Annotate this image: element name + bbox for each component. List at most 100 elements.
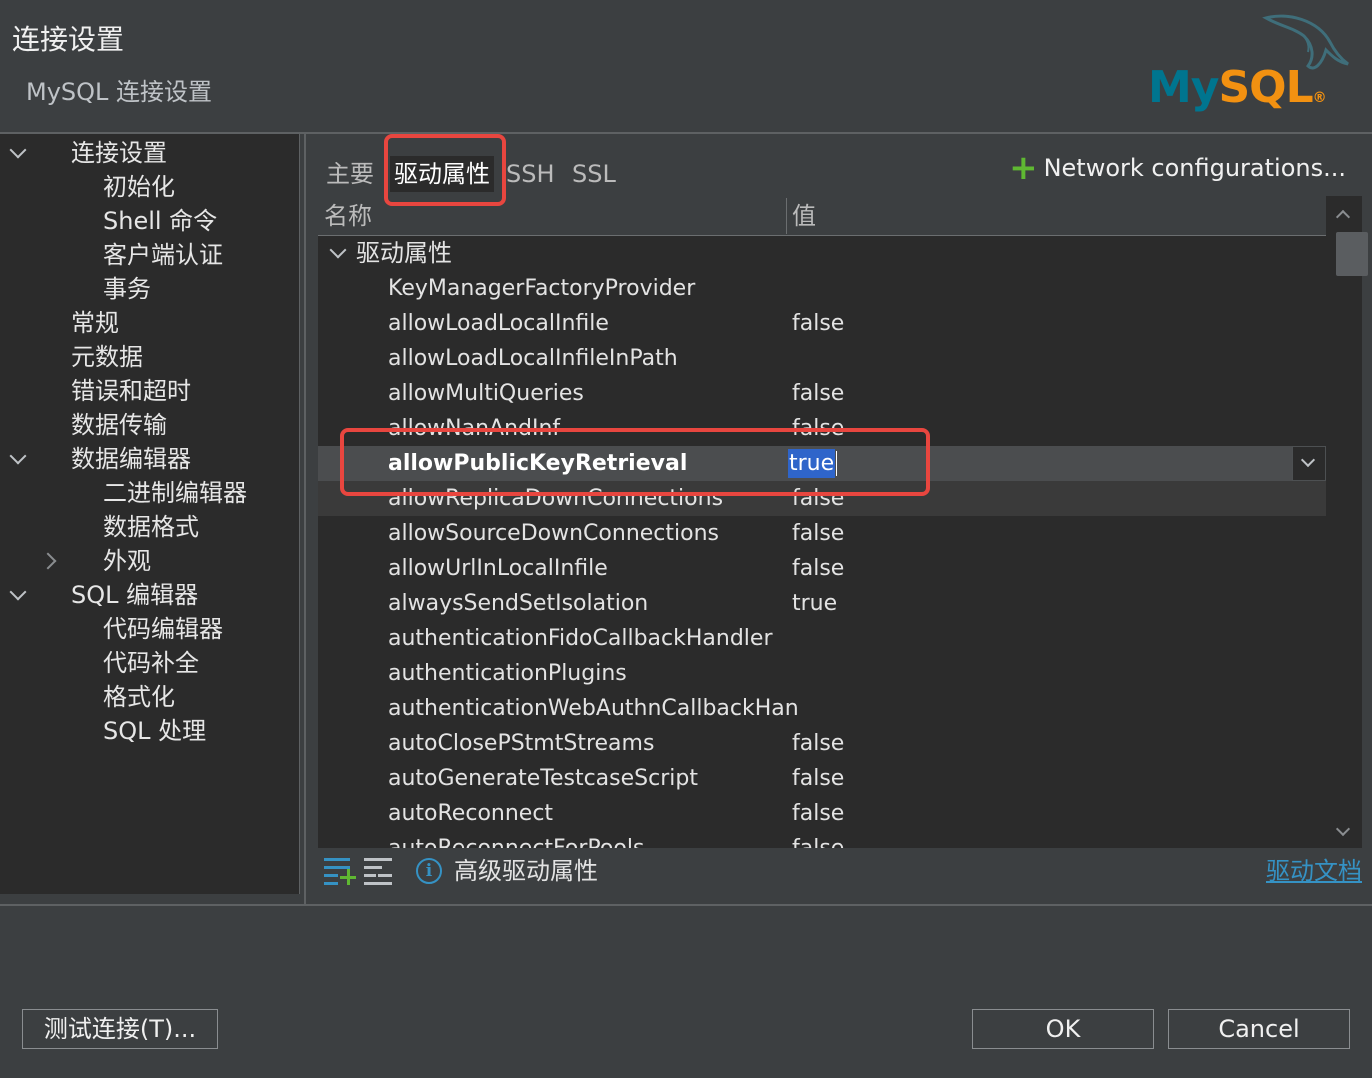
driver-docs-link[interactable]: 驱动文档 — [1266, 854, 1362, 888]
sidebar-item-label: 事务 — [103, 275, 151, 303]
sidebar-item-label: 错误和超时 — [71, 377, 191, 405]
sidebar-item[interactable]: 代码编辑器 — [103, 612, 223, 646]
property-name: allowLoadLocalInfileInPath — [388, 346, 678, 371]
sidebar-item[interactable]: 初始化 — [103, 170, 175, 204]
property-name: allowUrlInLocalInfile — [388, 556, 608, 581]
sidebar-item[interactable]: 二进制编辑器 — [103, 476, 247, 510]
tab-driver-properties[interactable]: 驱动属性 — [390, 156, 494, 192]
sidebar-item[interactable]: Shell 命令 — [103, 204, 217, 238]
sidebar-item-label: 数据传输 — [71, 411, 167, 439]
sidebar-item-label: 代码补全 — [103, 649, 199, 677]
property-name: autoClosePStmtStreams — [388, 731, 655, 756]
value-dropdown-button[interactable] — [1292, 446, 1326, 481]
table-scrollbar[interactable] — [1326, 196, 1368, 848]
sidebar-item[interactable]: 常规 — [71, 306, 119, 340]
table-row[interactable]: allowSourceDownConnections false — [318, 516, 1326, 551]
table-row[interactable]: allowMultiQueries false — [318, 376, 1326, 411]
table-row[interactable]: allowNanAndInf false — [318, 411, 1326, 446]
sidebar-item-label: 连接设置 — [71, 139, 167, 167]
property-value: false — [792, 801, 845, 826]
property-value-editor[interactable]: true — [788, 449, 838, 478]
table-row[interactable]: authenticationWebAuthnCallbackHan — [318, 691, 1326, 726]
table-row[interactable]: KeyManagerFactoryProvider — [318, 271, 1326, 306]
sidebar-item[interactable]: 连接设置 — [71, 136, 167, 170]
chevron-down-icon[interactable] — [9, 447, 27, 465]
dialog-header: 连接设置 MySQL 连接设置 MySQL® — [0, 0, 1372, 132]
chevron-down-icon[interactable] — [9, 141, 27, 159]
sidebar-item-label: 元数据 — [71, 343, 143, 371]
table-row[interactable]: authenticationFidoCallbackHandler — [318, 621, 1326, 656]
remove-property-icon[interactable] — [364, 856, 396, 886]
sidebar-item[interactable]: 错误和超时 — [71, 374, 191, 408]
settings-tree[interactable]: 连接设置初始化 Shell 命令客户端认证事务常规元数据错误和超时数据传输数据编辑… — [0, 134, 300, 894]
table-row[interactable]: autoReconnectForPools false — [318, 831, 1326, 848]
column-header-value[interactable]: 值 — [786, 196, 816, 236]
property-value: false — [792, 486, 845, 511]
chevron-down-icon[interactable] — [9, 583, 27, 601]
scroll-down-icon[interactable] — [1335, 821, 1351, 837]
property-value: false — [792, 731, 845, 756]
sidebar-item[interactable]: SQL 处理 — [103, 714, 206, 748]
table-header: 名称 值 — [318, 196, 1326, 236]
table-row[interactable]: alwaysSendSetIsolation true — [318, 586, 1326, 621]
sidebar-item[interactable]: 数据传输 — [71, 408, 167, 442]
sidebar-item[interactable]: 外观 — [103, 544, 151, 578]
advanced-driver-properties-label: 高级驱动属性 — [454, 857, 598, 885]
property-name: allowSourceDownConnections — [388, 521, 719, 546]
tab-ssh[interactable]: SSH — [506, 156, 555, 192]
table-row[interactable]: allowLoadLocalInfile false — [318, 306, 1326, 341]
tab-ssl[interactable]: SSL — [572, 156, 616, 192]
table-row-selected[interactable]: allowPublicKeyRetrieval true — [318, 446, 1326, 481]
property-name: KeyManagerFactoryProvider — [388, 276, 696, 301]
sidebar-item[interactable]: 数据格式 — [103, 510, 199, 544]
table-row[interactable]: allowReplicaDownConnections false — [318, 481, 1326, 516]
scroll-up-icon[interactable] — [1335, 209, 1351, 225]
property-name: alwaysSendSetIsolation — [388, 591, 649, 616]
chevron-down-icon — [1300, 452, 1316, 468]
table-row[interactable]: allowLoadLocalInfileInPath — [318, 341, 1326, 376]
chevron-right-icon[interactable] — [39, 552, 57, 570]
sidebar-item[interactable]: 格式化 — [103, 680, 175, 714]
splitter[interactable] — [304, 134, 306, 904]
sidebar-item-label: SQL 处理 — [103, 717, 207, 745]
property-value: false — [792, 381, 845, 406]
table-row[interactable]: autoGenerateTestcaseScript false — [318, 761, 1326, 796]
sidebar-item-label: 外观 — [103, 547, 151, 575]
property-name: authenticationPlugins — [388, 661, 627, 686]
table-row[interactable]: autoClosePStmtStreams false — [318, 726, 1326, 761]
table-row[interactable]: allowUrlInLocalInfile false — [318, 551, 1326, 586]
add-property-icon[interactable] — [324, 856, 356, 886]
property-value: false — [792, 416, 845, 441]
network-configurations-button[interactable]: + Network configurations... — [1009, 150, 1346, 186]
property-value: true — [792, 591, 838, 616]
driver-properties-table[interactable]: 名称 值 驱动属性 KeyManagerFactoryProvider allow… — [318, 196, 1326, 848]
plus-icon: + — [1009, 148, 1038, 188]
scroll-thumb[interactable] — [1336, 232, 1368, 276]
footer-divider — [0, 904, 1372, 906]
property-group[interactable]: 驱动属性 — [318, 236, 1326, 271]
column-header-name[interactable]: 名称 — [318, 196, 372, 236]
table-row[interactable]: autoReconnect false — [318, 796, 1326, 831]
sidebar-item-label: Shell 命令 — [103, 207, 218, 235]
sidebar-item[interactable]: 代码补全 — [103, 646, 199, 680]
dialog-title: 连接设置 — [12, 23, 125, 56]
sidebar-item-label: 数据编辑器 — [71, 445, 191, 473]
sidebar-item[interactable]: 数据编辑器 — [71, 442, 191, 476]
tab-main[interactable]: 主要 — [326, 156, 374, 192]
sidebar-item-label: SQL 编辑器 — [71, 581, 199, 609]
sidebar-item[interactable]: 元数据 — [71, 340, 143, 374]
property-value: false — [792, 831, 844, 848]
property-name: allowMultiQueries — [388, 381, 584, 406]
chevron-down-icon[interactable] — [329, 241, 347, 259]
property-name: authenticationWebAuthnCallbackHan — [388, 696, 799, 721]
property-name: autoReconnect — [388, 801, 554, 826]
table-row[interactable]: authenticationPlugins — [318, 656, 1326, 691]
sidebar-item[interactable]: SQL 编辑器 — [71, 578, 198, 612]
table-toolbar: i 高级驱动属性 驱动文档 — [318, 848, 1362, 894]
sidebar-item[interactable]: 事务 — [103, 272, 151, 306]
sidebar-item[interactable]: 客户端认证 — [103, 238, 223, 272]
ok-button[interactable]: OK — [972, 1009, 1154, 1049]
sidebar-item-label: 常规 — [71, 309, 119, 337]
test-connection-button[interactable]: 测试连接(T)... — [22, 1009, 218, 1049]
cancel-button[interactable]: Cancel — [1168, 1009, 1350, 1049]
